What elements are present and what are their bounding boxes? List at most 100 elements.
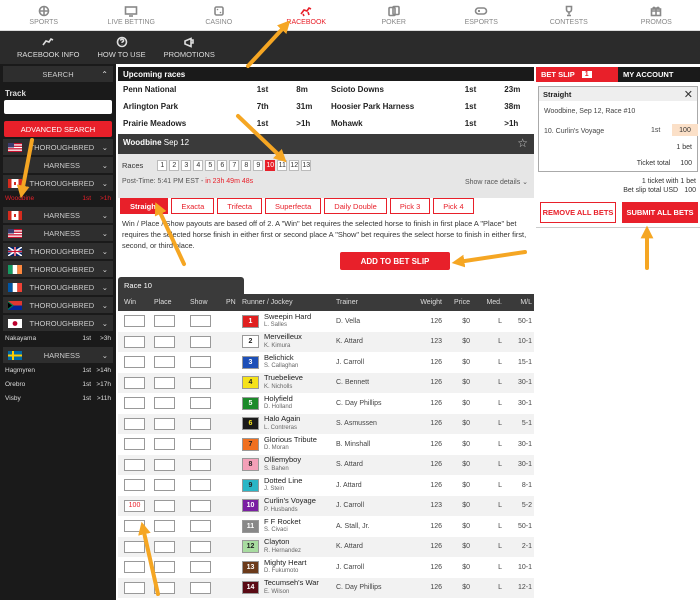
place-input[interactable]	[154, 397, 175, 410]
win-input[interactable]	[124, 479, 145, 492]
nav-contests[interactable]: CONTESTS	[525, 0, 613, 31]
my-account-tab[interactable]: MY ACCOUNT	[618, 67, 700, 82]
show-input[interactable]	[190, 397, 211, 410]
win-input[interactable]: 100	[124, 499, 145, 512]
show-input[interactable]	[190, 520, 211, 533]
sidebar-race-item[interactable]: Visby 1st >11h	[0, 391, 116, 405]
race-button[interactable]: 3	[181, 160, 192, 171]
race-button[interactable]: 6	[217, 160, 228, 171]
race-button[interactable]: 11	[277, 160, 288, 171]
race-button[interactable]: 9	[253, 160, 264, 171]
sidebar-group[interactable]: THOROUGHBRED ⌄	[3, 175, 113, 191]
race-button[interactable]: 10	[265, 160, 276, 171]
place-input[interactable]	[154, 335, 175, 348]
place-input[interactable]	[154, 581, 175, 594]
bet-amount-input[interactable]: 100	[672, 124, 698, 136]
show-input[interactable]	[190, 540, 211, 553]
win-input[interactable]	[124, 356, 145, 369]
show-race-details-link[interactable]: Show race details ⌄	[465, 178, 528, 186]
bet-type-tab[interactable]: Pick 4	[433, 198, 474, 214]
win-input[interactable]	[124, 335, 145, 348]
show-input[interactable]	[190, 376, 211, 389]
place-input[interactable]	[154, 540, 175, 553]
race-button[interactable]: 2	[169, 160, 180, 171]
place-input[interactable]	[154, 499, 175, 512]
show-input[interactable]	[190, 581, 211, 594]
show-input[interactable]	[190, 356, 211, 369]
win-input[interactable]	[124, 581, 145, 594]
bet-type-tab[interactable]: Superfecta	[265, 198, 322, 214]
nav-promos[interactable]: PROMOS	[613, 0, 700, 31]
place-input[interactable]	[154, 479, 175, 492]
show-input[interactable]	[190, 417, 211, 430]
subnav-promotions[interactable]: PROMOTIONS	[155, 31, 224, 64]
advanced-search-button[interactable]: ADVANCED SEARCH	[4, 121, 112, 137]
race-button[interactable]: 1	[157, 160, 168, 171]
race-button[interactable]: 7	[229, 160, 240, 171]
place-input[interactable]	[154, 356, 175, 369]
sidebar-group[interactable]: HARNESS ⌄	[3, 225, 113, 241]
show-input[interactable]	[190, 315, 211, 328]
close-icon[interactable]: ✕	[684, 88, 693, 101]
sidebar-group[interactable]: THOROUGHBRED ⌄	[3, 261, 113, 277]
show-input[interactable]	[190, 499, 211, 512]
sidebar-race-item[interactable]: Orebro 1st >17h	[0, 377, 116, 391]
place-input[interactable]	[154, 458, 175, 471]
bet-type-tab[interactable]: Daily Double	[324, 198, 387, 214]
remove-all-bets-button[interactable]: REMOVE ALL BETS	[540, 202, 616, 223]
place-input[interactable]	[154, 417, 175, 430]
sidebar-group[interactable]: HARNESS ⌄	[3, 207, 113, 223]
sidebar-group[interactable]: THOROUGHBRED ⌄	[3, 297, 113, 313]
nav-poker[interactable]: POKER	[350, 0, 438, 31]
nav-racebook[interactable]: RACEBOOK	[263, 0, 351, 31]
place-input[interactable]	[154, 376, 175, 389]
subnav-how-to-use[interactable]: HOW TO USE	[89, 31, 155, 64]
sidebar-race-item[interactable]: Nakayama 1st >3h	[0, 331, 116, 345]
sidebar-group[interactable]: THOROUGHBRED ⌄	[3, 279, 113, 295]
star-icon[interactable]: ☆	[517, 136, 528, 150]
upcoming-row[interactable]: Penn National 1st 8m Scioto Downs 1st 23m	[118, 81, 534, 98]
place-input[interactable]	[154, 315, 175, 328]
win-input[interactable]	[124, 417, 145, 430]
upcoming-row[interactable]: Arlington Park 7th 31m Hoosier Park Harness…	[118, 98, 534, 115]
race-tab[interactable]: Race 10	[118, 277, 244, 294]
track-input[interactable]	[4, 100, 112, 114]
sidebar-group[interactable]: HARNESS ⌄	[3, 347, 113, 363]
nav-sports[interactable]: SPORTS	[0, 0, 88, 31]
sidebar-group[interactable]: THOROUGHBRED ⌄	[3, 243, 113, 259]
place-input[interactable]	[154, 561, 175, 574]
add-to-bet-slip-button[interactable]: ADD TO BET SLIP	[340, 252, 450, 270]
bet-type-tab[interactable]: Exacta	[171, 198, 215, 214]
show-input[interactable]	[190, 335, 211, 348]
sidebar-group[interactable]: HARNESS ⌄	[3, 157, 113, 173]
win-input[interactable]	[124, 376, 145, 389]
sidebar-race-item[interactable]: Woodbine 1st >1h	[0, 191, 116, 205]
race-button[interactable]: 4	[193, 160, 204, 171]
bet-slip-tab[interactable]: BET SLIP 1	[536, 67, 618, 82]
win-input[interactable]	[124, 458, 145, 471]
nav-live-betting[interactable]: LIVE BETTING	[88, 0, 176, 31]
win-input[interactable]	[124, 315, 145, 328]
win-input[interactable]	[124, 438, 145, 451]
place-input[interactable]	[154, 520, 175, 533]
sidebar-race-item[interactable]: Hagmyren 1st >14h	[0, 363, 116, 377]
bet-type-tab[interactable]: Trifecta	[217, 198, 263, 214]
nav-esports[interactable]: ESPORTS	[438, 0, 526, 31]
race-button[interactable]: 12	[289, 160, 300, 171]
nav-casino[interactable]: CASINO	[175, 0, 263, 31]
show-input[interactable]	[190, 561, 211, 574]
sidebar-group[interactable]: THOROUGHBRED ⌄	[3, 139, 113, 155]
subnav-racebook-info[interactable]: RACEBOOK INFO	[8, 31, 89, 64]
upcoming-row[interactable]: Prairie Meadows 1st >1h Mohawk 1st >1h	[118, 115, 534, 132]
win-input[interactable]	[124, 520, 145, 533]
win-input[interactable]	[124, 540, 145, 553]
bet-type-tab[interactable]: Straight	[120, 198, 169, 214]
place-input[interactable]	[154, 438, 175, 451]
win-input[interactable]	[124, 397, 145, 410]
race-button[interactable]: 13	[301, 160, 312, 171]
race-button[interactable]: 5	[205, 160, 216, 171]
submit-all-bets-button[interactable]: SUBMIT ALL BETS	[622, 202, 698, 223]
win-input[interactable]	[124, 561, 145, 574]
show-input[interactable]	[190, 479, 211, 492]
search-header[interactable]: SEARCH ⌃	[3, 66, 113, 82]
